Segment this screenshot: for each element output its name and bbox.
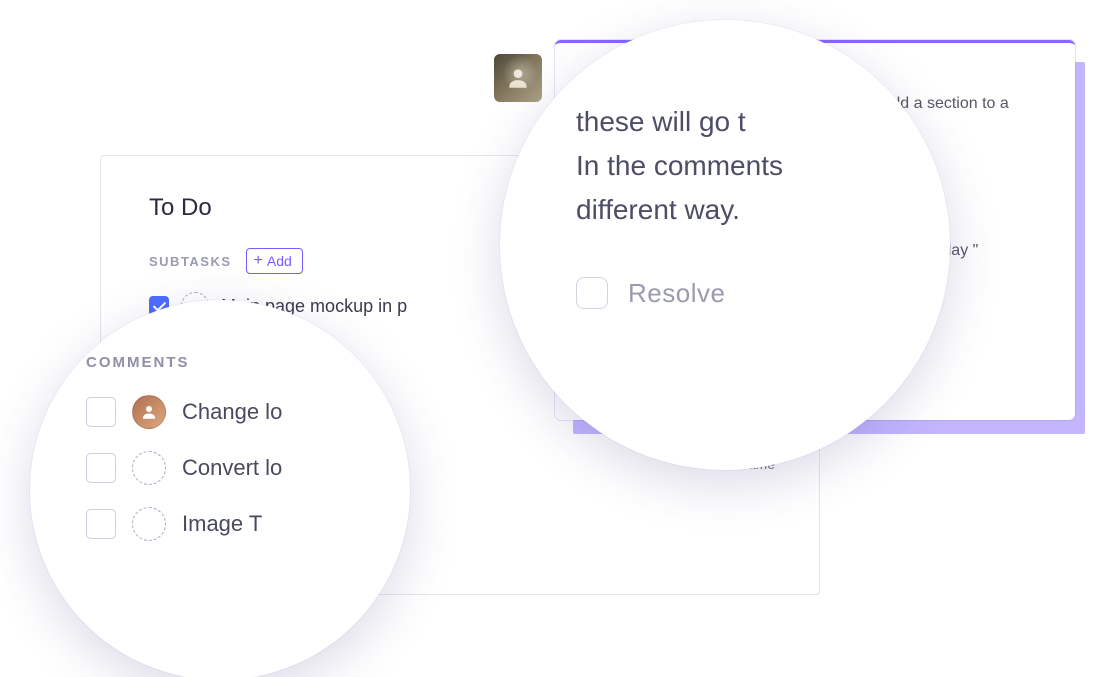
resolve-row[interactable]: Resolve [576,277,904,309]
add-subtask-button[interactable]: Add [246,248,303,274]
assignee-placeholder-icon[interactable] [132,451,166,485]
list-item[interactable]: Convert lo [86,451,376,485]
spotlight-text: different way. [576,190,904,230]
person-icon [505,65,531,91]
subtasks-label: SUBTASKS [149,254,232,269]
resolve-checkbox[interactable] [576,277,608,309]
comments-spotlight: COMMENTS Change lo Convert lo Image T [30,300,410,677]
checkbox-icon[interactable] [86,453,116,483]
item-text: Convert lo [182,455,282,481]
avatar [494,54,542,102]
item-text: Image T [182,511,262,537]
resolve-label: Resolve [628,278,725,309]
list-item[interactable]: Change lo [86,395,376,429]
person-icon [140,403,158,421]
add-label: Add [267,253,292,269]
assignee-placeholder-icon[interactable] [132,507,166,541]
list-item[interactable]: Image T [86,507,376,541]
item-text: Change lo [182,399,282,425]
spotlight-text: these will go t [576,102,904,142]
comments-heading: COMMENTS [86,354,376,371]
checkbox-icon[interactable] [86,397,116,427]
checkbox-icon[interactable] [86,509,116,539]
avatar [132,395,166,429]
spotlight-text: In the comments [576,146,904,186]
resolve-spotlight: these will go t In the comments differen… [500,20,950,470]
